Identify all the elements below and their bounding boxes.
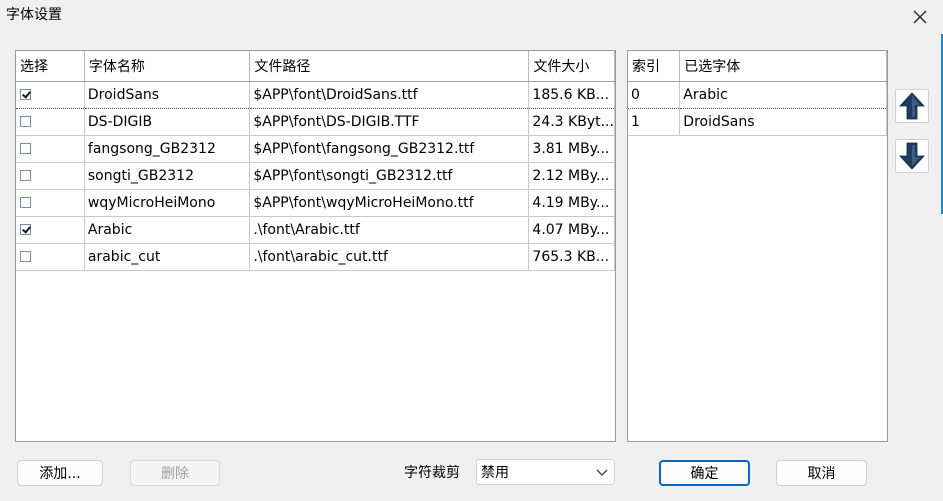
- font-name-cell: fangsong_GB2312: [84, 135, 251, 163]
- char-clip-value: 禁用: [481, 465, 509, 481]
- font-table-header: 选择 字体名称 文件路径 文件大小: [16, 51, 615, 82]
- font-name-cell: Arabic: [84, 216, 251, 244]
- selected-fonts-table[interactable]: 索引 已选字体 0 Arabic 1 DroidSans: [627, 50, 888, 442]
- select-checkbox[interactable]: [20, 170, 31, 181]
- font-name-cell: DroidSans: [84, 80, 251, 109]
- column-header-font-name[interactable]: 字体名称: [84, 51, 251, 82]
- file-size-cell: 4.19 MBy...: [528, 189, 615, 217]
- char-clip-select[interactable]: 禁用: [476, 459, 615, 485]
- select-checkbox[interactable]: [20, 197, 31, 208]
- selected-table-header: 索引 已选字体: [628, 51, 887, 82]
- select-checkbox[interactable]: [20, 251, 31, 262]
- selected-table: 索引 已选字体 0 Arabic 1 DroidSans: [628, 51, 887, 136]
- table-row[interactable]: arabic_cut .\font\arabic_cut.ttf 765.3 KB.…: [16, 243, 615, 271]
- table-row[interactable]: Arabic .\font\Arabic.ttf 4.07 MBy...: [16, 216, 615, 244]
- delete-font-button[interactable]: 删除: [130, 460, 220, 486]
- file-path-cell: $APP\font\DroidSans.ttf: [249, 80, 530, 109]
- file-size-cell: 3.81 MBy...: [528, 135, 615, 163]
- add-font-button[interactable]: 添加...: [17, 460, 103, 486]
- file-path-cell: .\font\arabic_cut.ttf: [249, 243, 530, 271]
- column-header-file-size[interactable]: 文件大小: [528, 51, 615, 82]
- font-name-cell: DS-DIGIB: [84, 108, 251, 136]
- table-row[interactable]: DS-DIGIB $APP\font\DS-DIGIB.TTF 24.3 KByt.…: [16, 108, 615, 136]
- index-cell: 1: [628, 108, 681, 136]
- column-header-selected-font[interactable]: 已选字体: [679, 51, 887, 82]
- move-up-button[interactable]: [895, 89, 929, 123]
- select-cell[interactable]: [16, 189, 85, 217]
- table-row[interactable]: songti_GB2312 $APP\font\songti_GB2312.ttf…: [16, 162, 615, 190]
- select-checkbox[interactable]: [20, 89, 31, 100]
- file-path-cell: $APP\font\DS-DIGIB.TTF: [249, 108, 530, 136]
- file-size-cell: 2.12 MBy...: [528, 162, 615, 190]
- select-cell[interactable]: [16, 80, 85, 109]
- select-checkbox[interactable]: [20, 224, 31, 235]
- file-size-cell: 765.3 KB...: [528, 243, 615, 271]
- selected-font-cell: DroidSans: [679, 108, 887, 136]
- column-header-select[interactable]: 选择: [16, 51, 85, 82]
- column-header-index[interactable]: 索引: [628, 51, 681, 82]
- file-path-cell: $APP\font\songti_GB2312.ttf: [249, 162, 530, 190]
- table-row[interactable]: fangsong_GB2312 $APP\font\fangsong_GB2312…: [16, 135, 615, 163]
- arrow-down-icon: [899, 142, 925, 170]
- select-checkbox[interactable]: [20, 143, 31, 154]
- select-cell[interactable]: [16, 243, 85, 271]
- table-row[interactable]: wqyMicroHeiMono $APP\font\wqyMicroHeiMono…: [16, 189, 615, 217]
- file-size-cell: 185.6 KB...: [528, 80, 615, 109]
- select-checkbox[interactable]: [20, 116, 31, 127]
- close-icon: [913, 10, 927, 24]
- file-path-cell: $APP\font\wqyMicroHeiMono.ttf: [249, 189, 530, 217]
- font-list-table[interactable]: 选择 字体名称 文件路径 文件大小 DroidSans $APP\font\Dro…: [15, 50, 616, 442]
- select-cell[interactable]: [16, 108, 85, 136]
- move-down-button[interactable]: [895, 139, 929, 173]
- font-name-cell: arabic_cut: [84, 243, 251, 271]
- window-title: 字体设置: [6, 7, 62, 23]
- font-table: 选择 字体名称 文件路径 文件大小 DroidSans $APP\font\Dro…: [16, 51, 615, 271]
- select-cell[interactable]: [16, 216, 85, 244]
- selected-font-cell: Arabic: [679, 80, 887, 109]
- column-header-file-path[interactable]: 文件路径: [249, 51, 530, 82]
- font-name-cell: wqyMicroHeiMono: [84, 189, 251, 217]
- cancel-button[interactable]: 取消: [776, 460, 867, 486]
- file-size-cell: 4.07 MBy...: [528, 216, 615, 244]
- index-cell: 0: [628, 80, 681, 109]
- table-row[interactable]: DroidSans $APP\font\DroidSans.ttf 185.6 KB…: [16, 80, 615, 109]
- file-path-cell: .\font\Arabic.ttf: [249, 216, 530, 244]
- close-button[interactable]: [897, 0, 943, 34]
- table-row[interactable]: 1 DroidSans: [628, 108, 887, 136]
- char-clip-label: 字符裁剪: [404, 465, 460, 481]
- select-cell[interactable]: [16, 162, 85, 190]
- font-name-cell: songti_GB2312: [84, 162, 251, 190]
- ok-button[interactable]: 确定: [659, 460, 750, 486]
- table-row[interactable]: 0 Arabic: [628, 80, 887, 109]
- chevron-down-icon: [596, 469, 608, 476]
- title-bar: 字体设置: [0, 0, 943, 34]
- file-size-cell: 24.3 KByt...: [528, 108, 615, 136]
- arrow-up-icon: [899, 92, 925, 120]
- file-path-cell: $APP\font\fangsong_GB2312.ttf: [249, 135, 530, 163]
- select-cell[interactable]: [16, 135, 85, 163]
